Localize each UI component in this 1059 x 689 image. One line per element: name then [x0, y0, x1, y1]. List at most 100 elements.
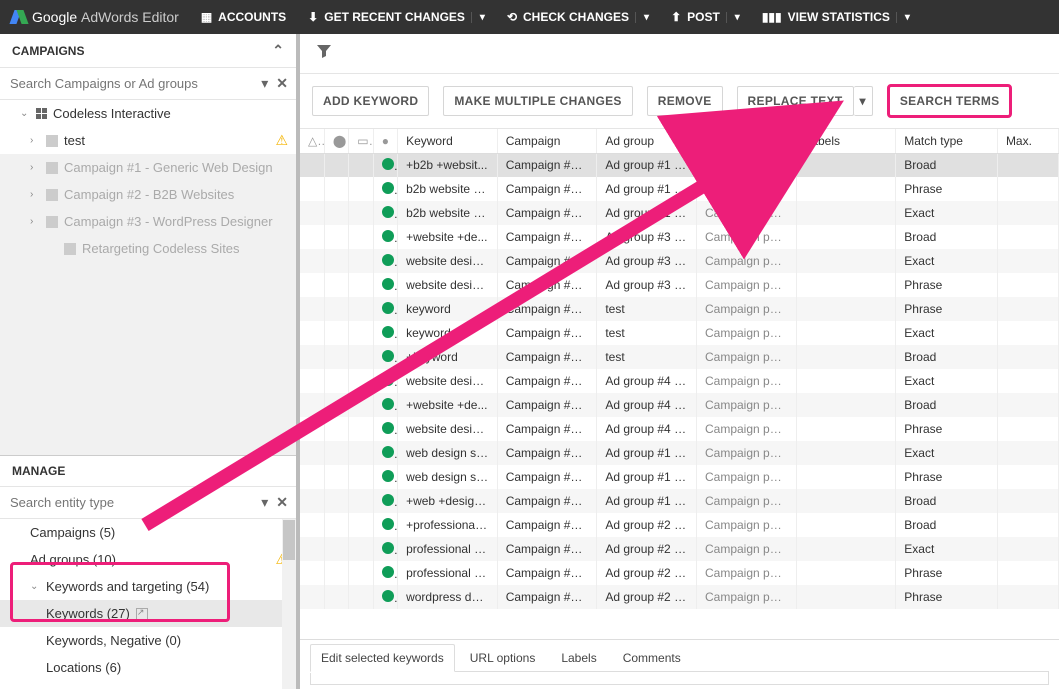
table-row[interactable]: web design se...Campaign #1 ...Ad group …: [300, 441, 1059, 465]
cell-comment: [349, 585, 373, 609]
table-row[interactable]: professional w...Campaign #1 ...Ad group…: [300, 537, 1059, 561]
replace-text-dropdown[interactable]: ▾: [854, 86, 873, 116]
view-stats-button[interactable]: ▮▮▮ VIEW STATISTICS ▾: [762, 10, 910, 24]
col-comment-icon[interactable]: ▭: [349, 129, 373, 153]
table-row[interactable]: b2b website d...Campaign #2 ...Ad group …: [300, 201, 1059, 225]
download-icon: ⬇: [308, 10, 318, 24]
tree-item[interactable]: Retargeting Codeless Sites: [0, 235, 296, 262]
add-keyword-button[interactable]: ADD KEYWORD: [312, 86, 429, 116]
col-change-indicator[interactable]: △: [300, 129, 324, 153]
chevron-down-icon[interactable]: ▾: [471, 12, 485, 23]
table-row[interactable]: website desig...Campaign #1 ...Ad group …: [300, 273, 1059, 297]
cell-status: Campaign pau...: [696, 273, 796, 297]
tab-edit-keywords[interactable]: Edit selected keywords: [310, 644, 455, 672]
cell-max: [997, 393, 1058, 417]
tree-item[interactable]: ›test⚠: [0, 127, 296, 154]
cell-status-dot: [373, 537, 397, 561]
table-row[interactable]: +professional ...Campaign #1 ...Ad group…: [300, 513, 1059, 537]
cell-status-dot: [373, 585, 397, 609]
check-changes-button[interactable]: ⟲ CHECK CHANGES ▾: [507, 10, 649, 24]
clear-icon[interactable]: ✕: [276, 494, 288, 511]
funnel-icon[interactable]: [316, 43, 332, 64]
tree-item[interactable]: ⌄Codeless Interactive: [0, 100, 296, 127]
table-row[interactable]: +b2b +websit...Campaign #2 ...Ad group #…: [300, 153, 1059, 177]
post-button[interactable]: ⬆ POST ▾: [671, 10, 740, 24]
make-multiple-changes-button[interactable]: MAKE MULTIPLE CHANGES: [443, 86, 632, 116]
col-max[interactable]: Max.: [997, 129, 1058, 153]
manage-panel-header[interactable]: MANAGE: [0, 456, 296, 487]
cell-keyword: web design se...: [398, 465, 498, 489]
manage-search-input[interactable]: [8, 491, 253, 514]
clear-icon[interactable]: ✕: [276, 75, 288, 92]
cell-keyword: +keyword: [398, 345, 498, 369]
table-row[interactable]: professional w...Campaign #1 ...Ad group…: [300, 561, 1059, 585]
campaigns-search-input[interactable]: [8, 72, 253, 95]
col-status[interactable]: Status: [696, 129, 796, 153]
manage-item[interactable]: Keywords (27): [0, 600, 296, 627]
tab-url-options[interactable]: URL options: [459, 644, 547, 672]
filter-icon[interactable]: ▾: [261, 494, 268, 511]
table-row[interactable]: +web +design...Campaign #1 ...Ad group #…: [300, 489, 1059, 513]
chevron-down-icon[interactable]: ▾: [896, 12, 910, 23]
cell-status-dot: [373, 393, 397, 417]
manage-item[interactable]: Campaigns (5): [0, 519, 296, 546]
table-row[interactable]: website desig...Campaign #1 ...Ad group …: [300, 249, 1059, 273]
table-row[interactable]: keywordCampaign #1 ...testCampaign pau..…: [300, 321, 1059, 345]
col-error-icon[interactable]: ⬤: [324, 129, 348, 153]
tree-item[interactable]: ›Campaign #1 - Generic Web Design: [0, 154, 296, 181]
manage-item[interactable]: Keywords, Negative (0): [0, 627, 296, 654]
chevron-down-icon[interactable]: ▾: [726, 12, 740, 23]
cell-campaign: Campaign #2 ...: [497, 153, 597, 177]
table-row[interactable]: +website +de...Campaign #1 ...Ad group #…: [300, 225, 1059, 249]
cell-keyword: professional w...: [398, 561, 498, 585]
chevron-down-icon[interactable]: ▾: [635, 12, 649, 23]
remove-button[interactable]: REMOVE: [647, 86, 723, 116]
tree-item-label: Campaign #1 - Generic Web Design: [64, 160, 273, 175]
collapse-icon[interactable]: ⌃: [272, 42, 284, 59]
col-match[interactable]: Match type: [896, 129, 998, 153]
tree-item[interactable]: ›Campaign #3 - WordPress Designer: [0, 208, 296, 235]
manage-item[interactable]: Locations, Negative (0): [0, 681, 296, 689]
accounts-button[interactable]: ▦ ACCOUNTS: [201, 10, 286, 24]
scrollbar-thumb[interactable]: [283, 520, 295, 560]
cell-comment: [349, 249, 373, 273]
col-adgroup[interactable]: Ad group: [597, 129, 697, 153]
table-row[interactable]: +keywordCampaign #1 ...testCampaign pau.…: [300, 345, 1059, 369]
manage-item[interactable]: Ad groups (10)⚠: [0, 546, 296, 573]
table-row[interactable]: keywordCampaign #1 ...testCampaign pau..…: [300, 297, 1059, 321]
topbar: Google AdWords Editor ▦ ACCOUNTS ⬇ GET R…: [0, 0, 1059, 34]
replace-text-button[interactable]: REPLACE TEXT: [737, 86, 854, 116]
scrollbar[interactable]: [282, 519, 296, 689]
filter-icon[interactable]: ▾: [261, 75, 268, 92]
table-row[interactable]: website desig...Campaign #1 ...Ad group …: [300, 369, 1059, 393]
col-campaign[interactable]: Campaign: [497, 129, 597, 153]
keywords-table-wrap[interactable]: △ ⬤ ▭ ● Keyword Campaign Ad group Status…: [300, 129, 1059, 639]
col-keyword[interactable]: Keyword: [398, 129, 498, 153]
chevron-right-icon: ›: [30, 135, 40, 146]
tab-comments[interactable]: Comments: [612, 644, 692, 672]
cell-error: [324, 489, 348, 513]
cell-campaign: Campaign #1 ...: [497, 321, 597, 345]
status-dot-icon: [382, 398, 394, 410]
get-changes-button[interactable]: ⬇ GET RECENT CHANGES ▾: [308, 10, 485, 24]
manage-item[interactable]: Locations (6): [0, 654, 296, 681]
cell-labels: [796, 441, 896, 465]
tab-labels[interactable]: Labels: [550, 644, 607, 672]
tree-item[interactable]: ›Campaign #2 - B2B Websites: [0, 181, 296, 208]
manage-item[interactable]: ⌄Keywords and targeting (54): [0, 573, 296, 600]
campaigns-panel-header[interactable]: CAMPAIGNS ⌃: [0, 34, 296, 68]
table-row[interactable]: b2b website d...Campaign #2 ...Ad group …: [300, 177, 1059, 201]
col-status-dot[interactable]: ●: [373, 129, 397, 153]
manage-title: MANAGE: [12, 464, 65, 478]
cell-max: [997, 153, 1058, 177]
table-row[interactable]: wordpress des...Campaign #3 ...Ad group …: [300, 585, 1059, 609]
table-row[interactable]: +website +de...Campaign #1 ...Ad group #…: [300, 393, 1059, 417]
cell-match: Broad: [896, 345, 998, 369]
cell-comment: [349, 393, 373, 417]
table-row[interactable]: website desig...Campaign #1 ...Ad group …: [300, 417, 1059, 441]
cell-adgroup: test: [597, 297, 697, 321]
col-labels[interactable]: Labels: [796, 129, 896, 153]
table-row[interactable]: web design se...Campaign #1 ...Ad group …: [300, 465, 1059, 489]
search-terms-button[interactable]: SEARCH TERMS: [887, 84, 1013, 118]
sidebar: CAMPAIGNS ⌃ ▾ ✕ ⌄Codeless Interactive›te…: [0, 34, 300, 689]
